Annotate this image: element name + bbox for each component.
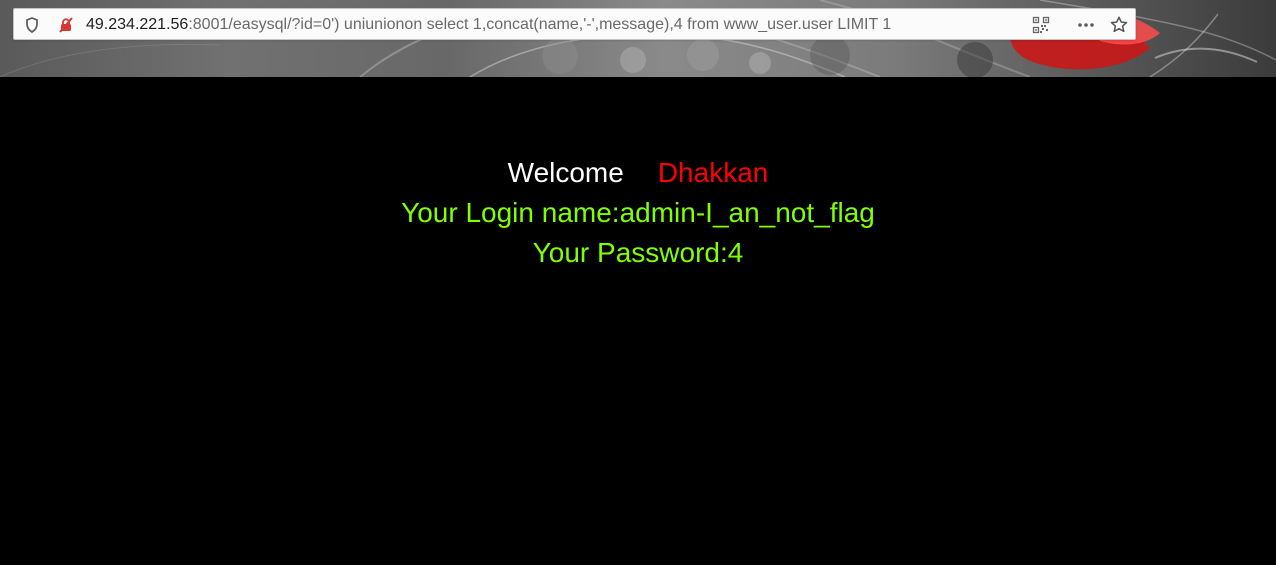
- url-host: 49.234.221.56: [86, 16, 189, 33]
- insecure-lock-icon[interactable]: [55, 14, 77, 36]
- url-path-query: :8001/easysql/?id=0') uniunionon select …: [188, 16, 892, 33]
- url-fade: [949, 15, 1001, 35]
- login-result: Welcome Dhakkan Your Login name:admin-I_a…: [0, 153, 1276, 273]
- star-icon[interactable]: [1108, 14, 1130, 36]
- user-name: Dhakkan: [657, 157, 769, 188]
- qr-code-icon[interactable]: [1030, 14, 1052, 36]
- welcome-text: Welcome: [507, 157, 624, 188]
- page-content: Welcome Dhakkan Your Login name:admin-I_a…: [0, 77, 1276, 565]
- address-bar[interactable]: 49.234.221.56:8001/easysql/?id=0') uniun…: [13, 8, 1136, 40]
- welcome-line: Welcome Dhakkan: [0, 153, 1276, 193]
- more-icon[interactable]: [1075, 14, 1097, 36]
- browser-toolbar: 49.234.221.56:8001/easysql/?id=0') uniun…: [0, 0, 1276, 77]
- password-line: Your Password:4: [532, 237, 744, 268]
- shield-icon[interactable]: [21, 14, 43, 36]
- login-name-line: Your Login name:admin-I_an_not_flag: [401, 197, 875, 228]
- url-text[interactable]: 49.234.221.56:8001/easysql/?id=0') uniun…: [86, 15, 1001, 35]
